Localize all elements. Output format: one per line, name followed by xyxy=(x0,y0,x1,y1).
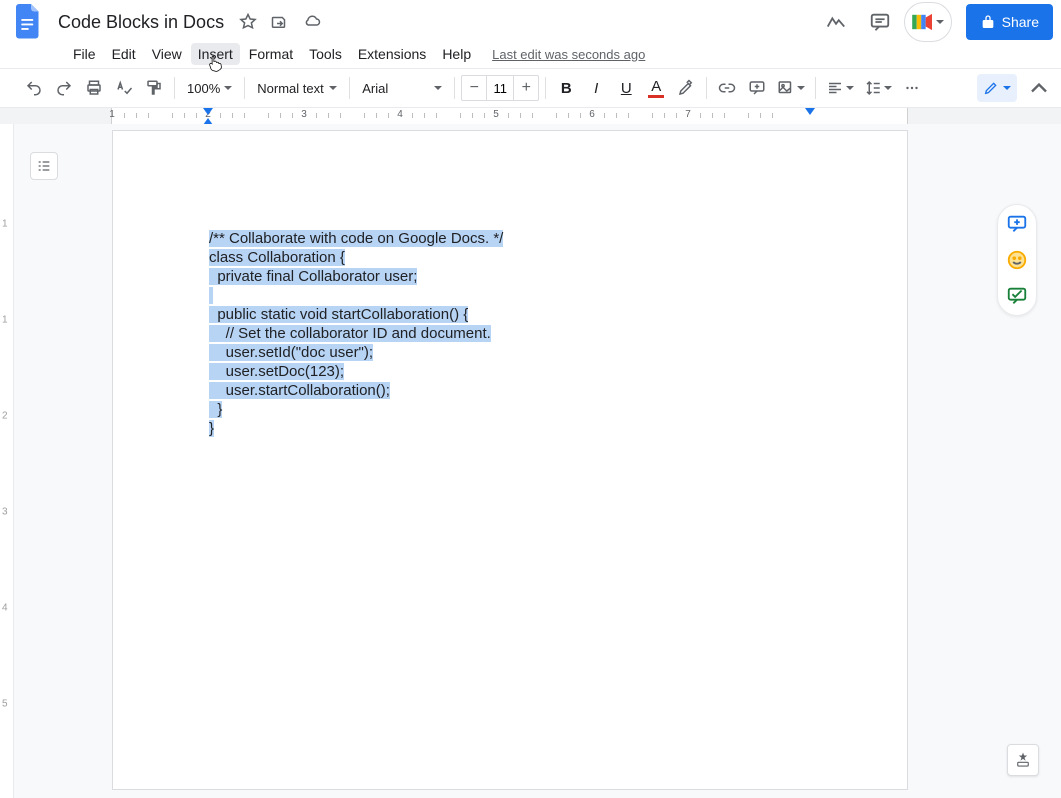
last-edit-link[interactable]: Last edit was seconds ago xyxy=(492,47,645,62)
vertical-ruler[interactable]: 1 1 2 3 4 5 xyxy=(0,124,14,798)
undo-button[interactable] xyxy=(20,74,48,102)
menu-insert[interactable]: Insert xyxy=(191,43,240,65)
menu-format[interactable]: Format xyxy=(242,43,300,65)
hide-menus-button[interactable] xyxy=(1025,74,1053,102)
meet-button[interactable] xyxy=(904,2,952,42)
emoji-rail-icon[interactable] xyxy=(1006,249,1028,271)
suggestion-rail xyxy=(997,204,1037,316)
explore-button[interactable] xyxy=(1007,744,1039,776)
menu-tools[interactable]: Tools xyxy=(302,43,349,65)
document-body[interactable]: /** Collaborate with code on Google Docs… xyxy=(209,229,503,438)
doc-title[interactable]: Code Blocks in Docs xyxy=(52,10,230,35)
redo-button[interactable] xyxy=(50,74,78,102)
menu-extensions[interactable]: Extensions xyxy=(351,43,433,65)
print-button[interactable] xyxy=(80,74,108,102)
toolbar: 100% Normal text Arial − + B I U A xyxy=(0,68,1061,108)
font-size-input[interactable] xyxy=(486,76,514,100)
star-icon[interactable] xyxy=(234,8,262,36)
menu-view[interactable]: View xyxy=(145,43,189,65)
activity-icon[interactable] xyxy=(816,2,856,42)
style-combo[interactable]: Normal text xyxy=(251,74,343,102)
menu-bar: File Edit View Insert Format Tools Exten… xyxy=(0,40,1061,68)
menu-edit[interactable]: Edit xyxy=(105,43,143,65)
italic-button[interactable]: I xyxy=(582,74,610,102)
insert-image-button[interactable] xyxy=(773,74,809,102)
show-outline-button[interactable] xyxy=(30,152,58,180)
more-button[interactable] xyxy=(898,74,926,102)
comments-icon[interactable] xyxy=(860,2,900,42)
font-combo[interactable]: Arial xyxy=(356,74,448,102)
paint-format-button[interactable] xyxy=(140,74,168,102)
move-icon[interactable] xyxy=(266,8,294,36)
add-comment-button[interactable] xyxy=(743,74,771,102)
spellcheck-button[interactable] xyxy=(110,74,138,102)
text-color-button[interactable]: A xyxy=(642,74,670,102)
suggest-rail-icon[interactable] xyxy=(1006,285,1028,307)
canvas: 1 1 2 3 4 5 /** Collaborate with code on… xyxy=(0,124,1061,798)
line-spacing-button[interactable] xyxy=(860,74,896,102)
share-button[interactable]: Share xyxy=(966,4,1053,40)
header-title-row: Code Blocks in Docs Share xyxy=(0,0,1061,40)
docs-logo[interactable] xyxy=(8,2,48,42)
bold-button[interactable]: B xyxy=(552,74,580,102)
right-indent[interactable] xyxy=(805,108,815,115)
add-comment-rail-icon[interactable] xyxy=(1006,213,1028,235)
align-button[interactable] xyxy=(822,74,858,102)
page[interactable]: /** Collaborate with code on Google Docs… xyxy=(112,130,908,790)
font-size-dec[interactable]: − xyxy=(462,79,486,97)
highlight-button[interactable] xyxy=(672,74,700,102)
editing-mode-pill[interactable] xyxy=(977,74,1017,102)
font-size-inc[interactable]: + xyxy=(514,79,538,97)
menu-help[interactable]: Help xyxy=(435,43,478,65)
menu-file[interactable]: File xyxy=(66,43,103,65)
first-line-indent[interactable] xyxy=(203,108,213,115)
share-label: Share xyxy=(1002,14,1039,30)
zoom-combo[interactable]: 100% xyxy=(181,74,238,102)
cloud-status-icon[interactable] xyxy=(298,8,326,36)
insert-link-button[interactable] xyxy=(713,74,741,102)
underline-button[interactable]: U xyxy=(612,74,640,102)
font-size-stepper[interactable]: − + xyxy=(461,75,539,101)
